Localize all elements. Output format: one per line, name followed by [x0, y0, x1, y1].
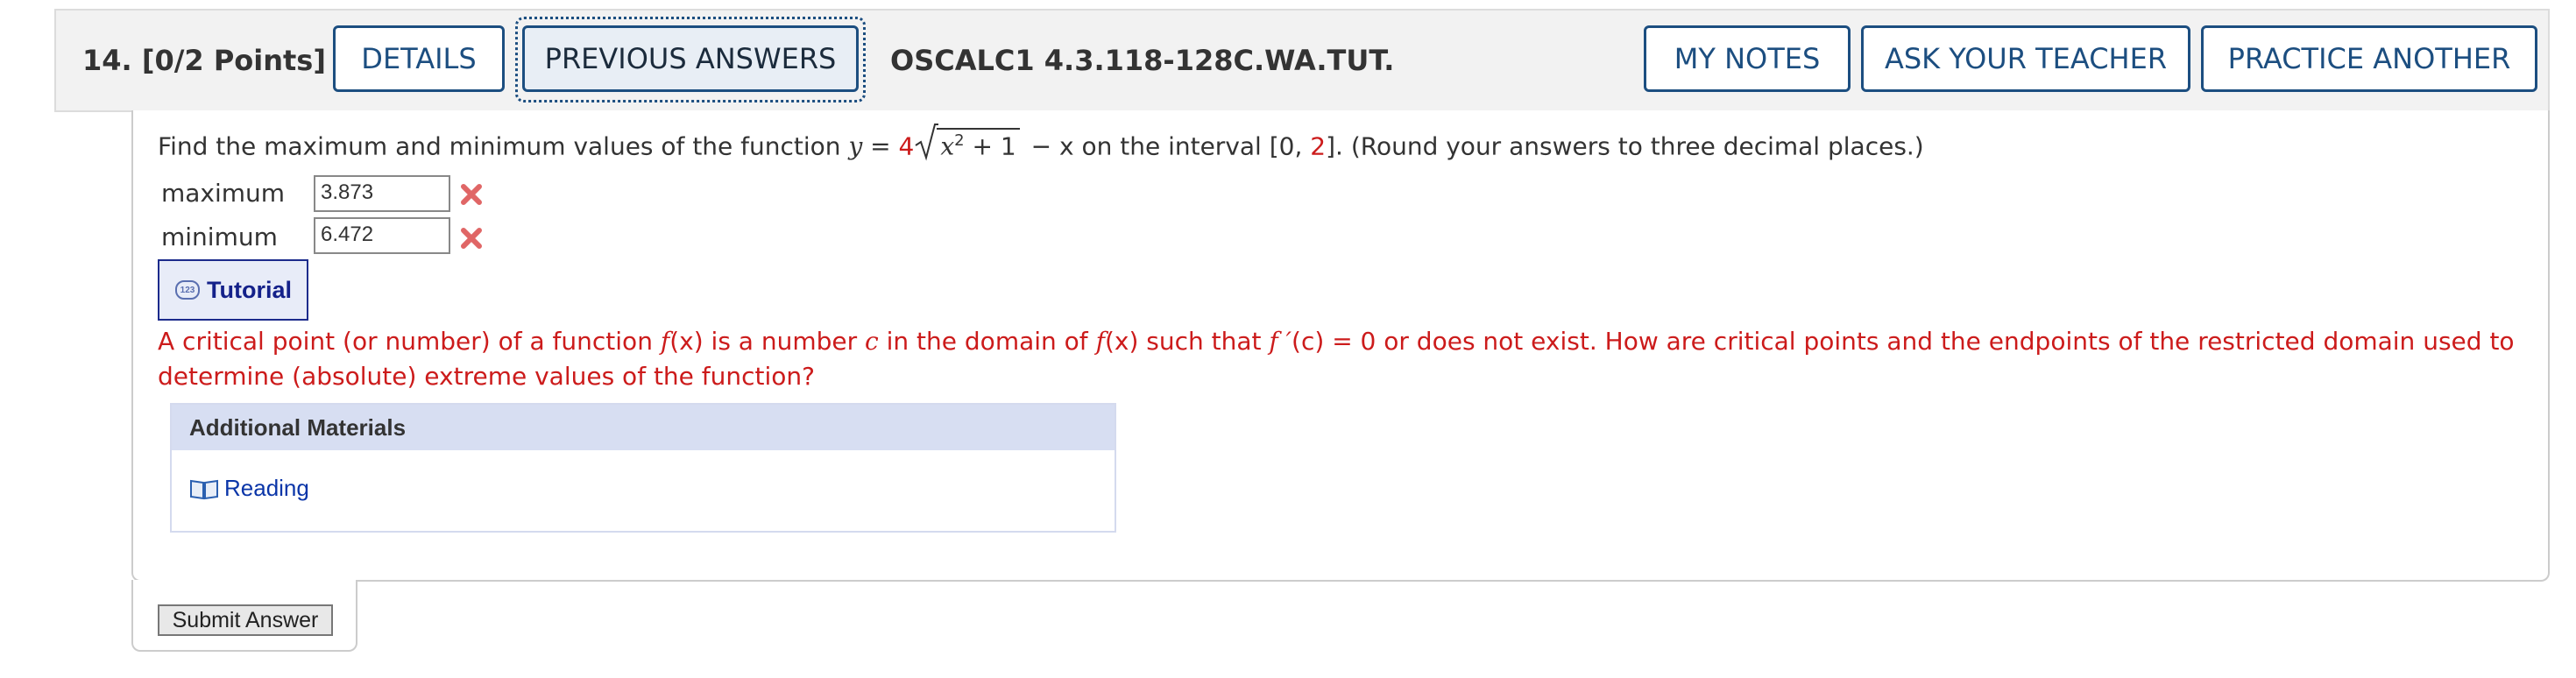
details-button[interactable]: DETAILS	[333, 25, 505, 92]
incorrect-icon	[461, 184, 482, 205]
maximum-label: maximum	[161, 179, 286, 208]
practice-another-button[interactable]: PRACTICE ANOTHER	[2201, 25, 2537, 92]
question-text: Find the maximum and minimum values of t…	[158, 124, 1924, 161]
previous-answers-button[interactable]: PREVIOUS ANSWERS	[522, 25, 859, 92]
tutorial-icon: 123	[175, 280, 200, 300]
additional-materials-panel: Additional Materials Reading	[170, 403, 1116, 533]
book-icon	[190, 479, 218, 499]
minimum-label: minimum	[161, 222, 278, 251]
tutorial-button[interactable]: 123 Tutorial	[158, 259, 308, 321]
question-number: 14.	[82, 44, 132, 77]
ask-your-teacher-button[interactable]: ASK YOUR TEACHER	[1861, 25, 2190, 92]
square-root: x2 + 1	[914, 124, 1020, 161]
problem-code: OSCALC1 4.3.118-128C.WA.TUT.	[890, 44, 1395, 77]
additional-materials-heading: Additional Materials	[172, 405, 1115, 450]
incorrect-icon	[461, 228, 482, 249]
question-points: [0/2 Points]	[141, 44, 326, 77]
reading-label[interactable]: Reading	[224, 475, 309, 502]
my-notes-button[interactable]: MY NOTES	[1644, 25, 1851, 92]
question-number-points: 14. [0/2 Points]	[82, 44, 326, 77]
tutorial-label: Tutorial	[207, 276, 292, 303]
reading-link[interactable]: Reading	[189, 475, 309, 502]
hint-text: A critical point (or number) of a functi…	[158, 327, 2515, 391]
radical-sign-icon	[915, 124, 939, 161]
minimum-input[interactable]: 6.472	[314, 217, 450, 254]
submit-answer-button[interactable]: Submit Answer	[158, 604, 333, 636]
maximum-input[interactable]: 3.873	[314, 175, 450, 212]
